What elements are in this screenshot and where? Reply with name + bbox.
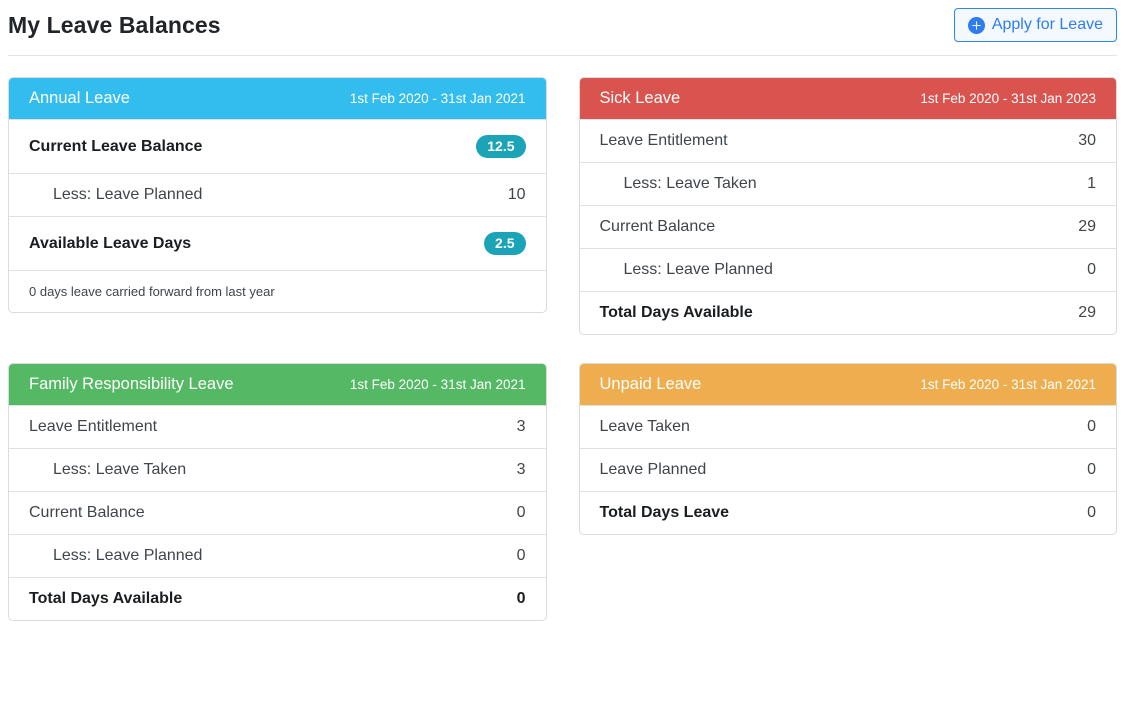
leave-row: Leave Entitlement 3	[9, 405, 546, 448]
row-label: Total Days Available	[29, 590, 182, 608]
row-label: Current Balance	[29, 504, 145, 522]
card-period: 1st Feb 2020 - 31st Jan 2021	[920, 377, 1096, 392]
header-divider	[8, 55, 1117, 56]
cards-grid: Annual Leave 1st Feb 2020 - 31st Jan 2021…	[8, 77, 1117, 621]
leave-row: Total Days Available 0	[9, 577, 546, 620]
leave-row: Total Days Leave 0	[580, 491, 1117, 534]
card-unpaid-leave: Unpaid Leave 1st Feb 2020 - 31st Jan 2021…	[579, 363, 1118, 535]
row-label: Less: Leave Planned	[53, 547, 202, 565]
row-value: 29	[1078, 304, 1096, 322]
card-sick-leave: Sick Leave 1st Feb 2020 - 31st Jan 2023 Le…	[579, 77, 1118, 335]
row-label: Current Balance	[600, 218, 716, 236]
card-title: Annual Leave	[29, 89, 130, 108]
row-value: 0	[1087, 261, 1096, 279]
row-label: Less: Leave Planned	[624, 261, 773, 279]
leave-row: Leave Planned 0	[580, 448, 1117, 491]
card-header-family-responsibility-leave: Family Responsibility Leave 1st Feb 2020 …	[9, 364, 546, 405]
plus-circle-icon	[968, 17, 985, 34]
card-title: Unpaid Leave	[600, 375, 702, 394]
card-period: 1st Feb 2020 - 31st Jan 2021	[350, 377, 526, 392]
leave-row: Less: Leave Planned 0	[9, 534, 546, 577]
leave-row: Less: Leave Planned 10	[9, 173, 546, 216]
page-header: My Leave Balances Apply for Leave	[8, 0, 1117, 42]
leave-balances-page: My Leave Balances Apply for Leave Annual…	[0, 0, 1127, 621]
row-label: Current Leave Balance	[29, 138, 202, 156]
row-label: Total Days Leave	[600, 504, 730, 522]
card-family-responsibility-leave: Family Responsibility Leave 1st Feb 2020 …	[8, 363, 547, 621]
row-value: 0	[1087, 418, 1096, 436]
card-header-sick-leave: Sick Leave 1st Feb 2020 - 31st Jan 2023	[580, 78, 1117, 119]
card-header-unpaid-leave: Unpaid Leave 1st Feb 2020 - 31st Jan 2021	[580, 364, 1117, 405]
row-label: Less: Leave Taken	[53, 461, 186, 479]
leave-row: Leave Taken 0	[580, 405, 1117, 448]
apply-for-leave-label: Apply for Leave	[992, 15, 1103, 35]
apply-for-leave-button[interactable]: Apply for Leave	[954, 8, 1117, 42]
row-label: Leave Taken	[600, 418, 690, 436]
row-label: Total Days Available	[600, 304, 753, 322]
leave-row: Current Balance 29	[580, 205, 1117, 248]
row-value: 3	[517, 418, 526, 436]
leave-row: Current Leave Balance 12.5	[9, 119, 546, 173]
row-value: 10	[508, 186, 526, 204]
card-title: Sick Leave	[600, 89, 681, 108]
row-label: Leave Entitlement	[29, 418, 157, 436]
row-value: 0	[517, 547, 526, 565]
leave-row: Less: Leave Taken 3	[9, 448, 546, 491]
card-period: 1st Feb 2020 - 31st Jan 2023	[920, 91, 1096, 106]
row-value: 3	[517, 461, 526, 479]
row-label: Available Leave Days	[29, 235, 191, 253]
card-footnote: 0 days leave carried forward from last y…	[9, 270, 546, 312]
row-label: Leave Planned	[600, 461, 707, 479]
row-value: 30	[1078, 132, 1096, 150]
page-title: My Leave Balances	[8, 12, 221, 39]
row-value: 0	[517, 590, 526, 608]
row-value: 0	[1087, 461, 1096, 479]
leave-row: Less: Leave Planned 0	[580, 248, 1117, 291]
row-label: Less: Leave Planned	[53, 186, 202, 204]
leave-row: Current Balance 0	[9, 491, 546, 534]
leave-row: Total Days Available 29	[580, 291, 1117, 334]
card-title: Family Responsibility Leave	[29, 375, 234, 394]
row-value: 0	[517, 504, 526, 522]
card-period: 1st Feb 2020 - 31st Jan 2021	[350, 91, 526, 106]
row-value: 1	[1087, 175, 1096, 193]
row-value: 29	[1078, 218, 1096, 236]
value-badge: 12.5	[476, 135, 525, 158]
value-badge: 2.5	[484, 232, 525, 255]
card-header-annual-leave: Annual Leave 1st Feb 2020 - 31st Jan 2021	[9, 78, 546, 119]
leave-row: Available Leave Days 2.5	[9, 216, 546, 270]
leave-row: Less: Leave Taken 1	[580, 162, 1117, 205]
row-label: Less: Leave Taken	[624, 175, 757, 193]
card-annual-leave: Annual Leave 1st Feb 2020 - 31st Jan 2021…	[8, 77, 547, 313]
leave-row: Leave Entitlement 30	[580, 119, 1117, 162]
row-label: Leave Entitlement	[600, 132, 728, 150]
row-value: 0	[1087, 504, 1096, 522]
